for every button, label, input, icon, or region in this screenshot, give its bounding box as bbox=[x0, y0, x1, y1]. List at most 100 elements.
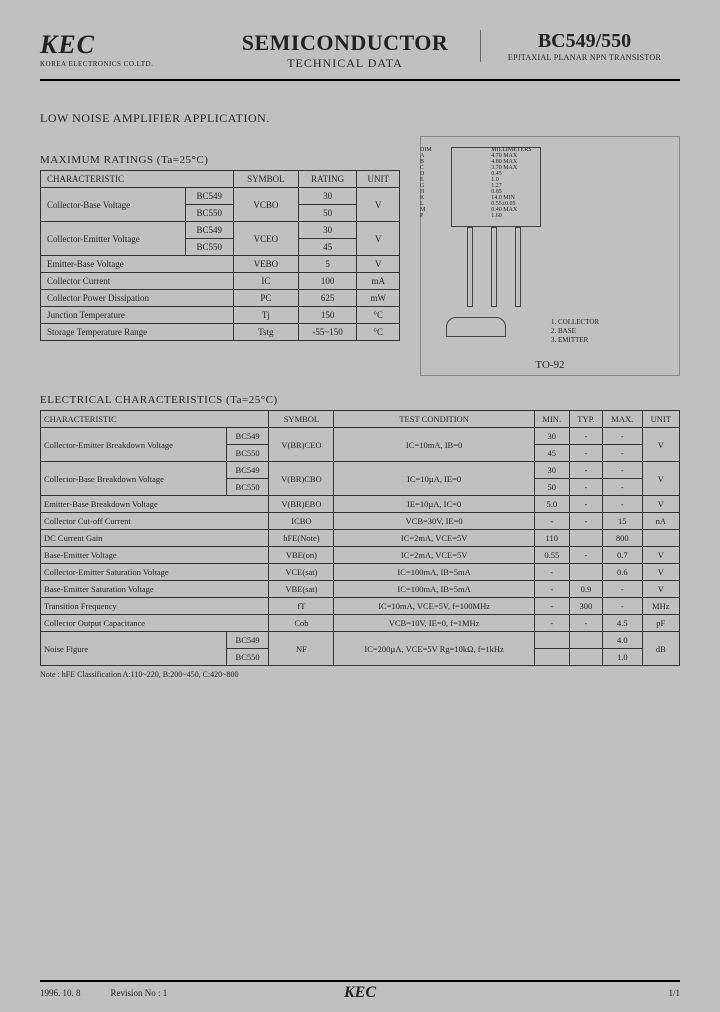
table-cell: 45 bbox=[298, 239, 357, 256]
table-cell: IC=2mA, VCE=5V bbox=[334, 530, 534, 547]
table-cell: V bbox=[642, 428, 679, 462]
table-cell: - bbox=[602, 462, 642, 479]
table-cell: 30 bbox=[534, 428, 569, 445]
company-logo: KEC bbox=[40, 30, 210, 60]
table-cell: 625 bbox=[298, 290, 357, 307]
table-cell: BC550 bbox=[226, 649, 269, 666]
footer-logo: KEC bbox=[344, 984, 376, 1002]
doc-type: SEMICONDUCTOR bbox=[210, 30, 480, 56]
table-cell: V bbox=[642, 462, 679, 496]
electrical-characteristics-table: CHARACTERISTIC SYMBOL TEST CONDITION MIN… bbox=[40, 410, 680, 666]
pin-3-label: 3. EMITTER bbox=[551, 336, 599, 345]
table-cell: V bbox=[642, 581, 679, 598]
lead-icon bbox=[515, 227, 521, 307]
table-cell: 45 bbox=[534, 445, 569, 462]
table-cell: P bbox=[417, 213, 488, 219]
table-cell: BC550 bbox=[185, 239, 233, 256]
table-cell: VCB=30V, IE=0 bbox=[334, 513, 534, 530]
col-characteristic: CHARACTERISTIC bbox=[41, 171, 234, 188]
table-cell: Cob bbox=[269, 615, 334, 632]
table-cell: 4.5 bbox=[602, 615, 642, 632]
col-symbol: SYMBOL bbox=[269, 411, 334, 428]
table-cell: V bbox=[357, 188, 400, 222]
table-cell: - bbox=[569, 547, 602, 564]
max-ratings-table: CHARACTERISTIC SYMBOL RATING UNIT Collec… bbox=[40, 170, 400, 341]
table-cell: ICBO bbox=[269, 513, 334, 530]
table-cell: 1.0 bbox=[602, 649, 642, 666]
table-cell: - bbox=[602, 598, 642, 615]
table-cell: - bbox=[534, 564, 569, 581]
col-min: MIN. bbox=[534, 411, 569, 428]
footer-date: 1996. 10. 8 bbox=[40, 988, 81, 998]
table-cell: PC bbox=[233, 290, 298, 307]
table-cell: 150 bbox=[298, 307, 357, 324]
table-cell: 100 bbox=[298, 273, 357, 290]
col-rating: RATING bbox=[298, 171, 357, 188]
package-outline-drawing: DIMMILLIMETERS A4.70 MAX B4.80 MAX C3.70… bbox=[420, 136, 680, 376]
logo-block: KEC KOREA ELECTRONICS CO.LTD. bbox=[40, 30, 210, 68]
table-cell bbox=[569, 564, 602, 581]
table-cell: Base-Emitter Saturation Voltage bbox=[41, 581, 269, 598]
package-leads-icon bbox=[461, 227, 531, 307]
dimension-table: DIMMILLIMETERS A4.70 MAX B4.80 MAX C3.70… bbox=[417, 147, 675, 219]
table-cell: Collector-Emitter Voltage bbox=[41, 222, 186, 256]
pin-legend: 1. COLLECTOR 2. BASE 3. EMITTER bbox=[551, 318, 599, 345]
table-cell: IC=2mA, VCE=5V bbox=[334, 547, 534, 564]
table-cell: BC549 bbox=[226, 462, 269, 479]
table-cell: BC549 bbox=[226, 428, 269, 445]
table-cell: 800 bbox=[602, 530, 642, 547]
page-header: KEC KOREA ELECTRONICS CO.LTD. SEMICONDUC… bbox=[40, 30, 680, 81]
table-cell: V bbox=[642, 496, 679, 513]
table-cell: 5 bbox=[298, 256, 357, 273]
table-cell: Collector Output Capacitance bbox=[41, 615, 269, 632]
table-cell: Emitter-Base Breakdown Voltage bbox=[41, 496, 269, 513]
col-max: MAX. bbox=[602, 411, 642, 428]
table-cell: -55~150 bbox=[298, 324, 357, 341]
table-cell: 0.55 bbox=[534, 547, 569, 564]
table-cell: hFE(Note) bbox=[269, 530, 334, 547]
table-cell: 50 bbox=[534, 479, 569, 496]
table-cell: 30 bbox=[534, 462, 569, 479]
table-cell: Noise Figure bbox=[41, 632, 227, 666]
col-symbol: SYMBOL bbox=[233, 171, 298, 188]
table-cell: Junction Temperature bbox=[41, 307, 234, 324]
table-cell: 1.60 bbox=[488, 213, 675, 219]
table-cell bbox=[569, 632, 602, 649]
col-typ: TYP. bbox=[569, 411, 602, 428]
table-cell: V bbox=[642, 547, 679, 564]
table-cell: Storage Temperature Range bbox=[41, 324, 234, 341]
table-cell: - bbox=[569, 462, 602, 479]
table-cell: 30 bbox=[298, 222, 357, 239]
table-cell: Collector Cut-off Current bbox=[41, 513, 269, 530]
table-cell: 4.0 bbox=[602, 632, 642, 649]
table-cell: Collector Current bbox=[41, 273, 234, 290]
table-cell: Collector Power Dissipation bbox=[41, 290, 234, 307]
table-cell: 300 bbox=[569, 598, 602, 615]
table-cell: - bbox=[534, 513, 569, 530]
table-cell: - bbox=[602, 428, 642, 445]
table-cell: 50 bbox=[298, 205, 357, 222]
header-right: BC549/550 EPITAXIAL PLANAR NPN TRANSISTO… bbox=[480, 30, 680, 62]
table-cell bbox=[569, 530, 602, 547]
table-cell: Collector-Base Voltage bbox=[41, 188, 186, 222]
table-cell: 15 bbox=[602, 513, 642, 530]
table-cell bbox=[534, 632, 569, 649]
page-footer: 1996. 10. 8 Revision No : 1 KEC 1/1 bbox=[40, 980, 680, 998]
table-cell: NF bbox=[269, 632, 334, 666]
table-cell bbox=[534, 649, 569, 666]
table-cell: IC=10µA, IE=0 bbox=[334, 462, 534, 496]
table-cell: VCB=10V, IE=0, f=1MHz bbox=[334, 615, 534, 632]
table-cell: IC=200µA, VCE=5V Rg=10kΩ, f=1kHz bbox=[334, 632, 534, 666]
table-cell: V bbox=[642, 564, 679, 581]
table-cell: - bbox=[602, 496, 642, 513]
table-cell: BC549 bbox=[185, 222, 233, 239]
table-cell: 30 bbox=[298, 188, 357, 205]
page-number: 1/1 bbox=[668, 988, 680, 998]
table-cell: pF bbox=[642, 615, 679, 632]
pin-2-label: 2. BASE bbox=[551, 327, 599, 336]
table-cell: mW bbox=[357, 290, 400, 307]
table-cell: IC=10mA, IB=0 bbox=[334, 428, 534, 462]
table-cell: MHz bbox=[642, 598, 679, 615]
package-name: TO-92 bbox=[535, 359, 564, 371]
table-cell: - bbox=[569, 445, 602, 462]
